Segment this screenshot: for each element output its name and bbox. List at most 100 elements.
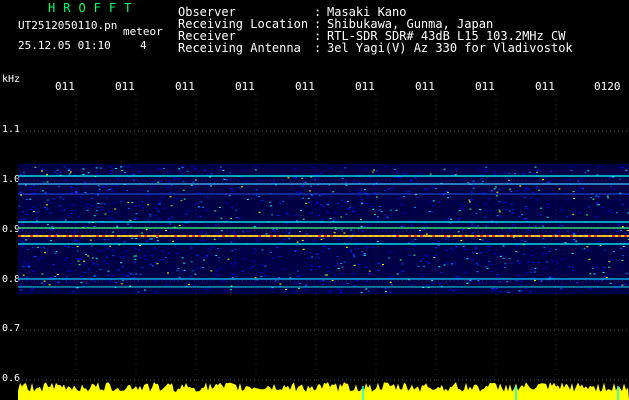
noise-speck	[480, 252, 483, 254]
noise-speck	[542, 253, 545, 255]
noise-speck	[402, 172, 405, 174]
noise-speck	[272, 228, 274, 230]
noise-speck	[126, 190, 129, 191]
noise-speck	[547, 181, 550, 183]
noise-speck	[296, 275, 299, 277]
signal-segment	[612, 235, 615, 237]
noise-speck	[432, 200, 435, 202]
noise-speck	[194, 179, 197, 181]
noise-speck	[615, 231, 618, 232]
noise-speck	[471, 223, 474, 225]
signal-segment	[552, 235, 555, 237]
noise-speck	[428, 262, 431, 264]
noise-speck	[197, 267, 199, 269]
noise-speck	[98, 188, 101, 190]
noise-speck	[534, 166, 537, 168]
noise-speck	[46, 250, 49, 252]
noise-speck	[518, 262, 521, 264]
noise-speck	[384, 190, 387, 192]
noise-speck	[341, 177, 344, 179]
noise-speck	[264, 265, 267, 267]
noise-speck	[255, 189, 258, 191]
noise-speck	[519, 284, 522, 286]
noise-speck	[360, 219, 363, 220]
noise-speck	[525, 187, 528, 189]
noise-speck	[518, 275, 521, 277]
noise-speck	[494, 253, 497, 255]
noise-speck	[179, 170, 182, 172]
noise-speck	[345, 213, 348, 215]
noise-speck	[556, 262, 559, 264]
signal-segment	[558, 235, 561, 237]
noise-speck	[473, 181, 476, 183]
noise-speck	[219, 166, 222, 168]
noise-speck	[34, 222, 37, 224]
noise-speck	[508, 229, 511, 231]
noise-speck	[25, 199, 28, 200]
time-label: 011	[415, 80, 435, 93]
noise-speck	[356, 280, 358, 282]
noise-speck	[206, 174, 209, 176]
signal-segment	[312, 235, 315, 237]
noise-speck	[389, 282, 392, 283]
signal-segment	[78, 235, 81, 237]
noise-speck	[293, 214, 296, 216]
noise-speck	[621, 203, 624, 205]
noise-speck	[203, 169, 206, 171]
noise-speck	[393, 176, 396, 178]
signal-segment	[66, 235, 69, 237]
noise-speck	[141, 201, 144, 203]
noise-speck	[279, 202, 282, 204]
noise-speck	[59, 218, 62, 220]
noise-speck	[492, 290, 495, 292]
noise-speck	[573, 233, 576, 235]
noise-speck	[558, 225, 561, 227]
noise-speck	[132, 174, 135, 176]
noise-speck	[161, 250, 164, 252]
noise-speck	[200, 201, 203, 203]
noise-speck	[64, 259, 67, 261]
noise-speck	[437, 245, 440, 247]
signal-segment	[114, 235, 117, 237]
noise-speck	[616, 287, 619, 289]
noise-speck	[372, 184, 375, 186]
noise-speck	[73, 231, 76, 233]
noise-speck	[183, 198, 186, 200]
noise-speck	[327, 248, 330, 250]
noise-speck	[585, 214, 588, 216]
noise-speck	[214, 224, 217, 226]
noise-speck	[113, 202, 116, 204]
noise-speck	[503, 267, 506, 268]
noise-speck	[479, 208, 482, 210]
noise-speck	[53, 171, 56, 173]
noise-speck	[587, 206, 590, 208]
noise-speck	[76, 250, 79, 252]
noise-speck	[510, 230, 513, 232]
noise-speck	[590, 197, 593, 199]
noise-speck	[192, 181, 195, 183]
noise-speck	[573, 198, 576, 199]
noise-speck	[434, 188, 437, 190]
noise-speck	[181, 270, 184, 272]
noise-speck	[491, 190, 493, 192]
noise-speck	[83, 181, 86, 183]
noise-speck	[572, 269, 575, 271]
noise-speck	[252, 284, 255, 286]
amplitude-fill	[18, 382, 629, 400]
noise-speck	[455, 276, 458, 278]
signal-segment	[528, 235, 531, 237]
noise-speck	[575, 240, 578, 242]
noise-speck	[277, 214, 280, 216]
signal-segment	[270, 235, 273, 237]
signal-segment	[276, 235, 279, 237]
noise-speck	[512, 208, 515, 210]
noise-speck	[244, 180, 247, 182]
noise-speck	[55, 251, 58, 253]
noise-speck	[302, 218, 305, 220]
noise-speck	[95, 257, 98, 259]
noise-speck	[351, 211, 354, 213]
noise-speck	[249, 268, 252, 270]
noise-speck	[343, 232, 346, 234]
noise-speck	[133, 218, 136, 220]
noise-speck	[132, 179, 135, 181]
